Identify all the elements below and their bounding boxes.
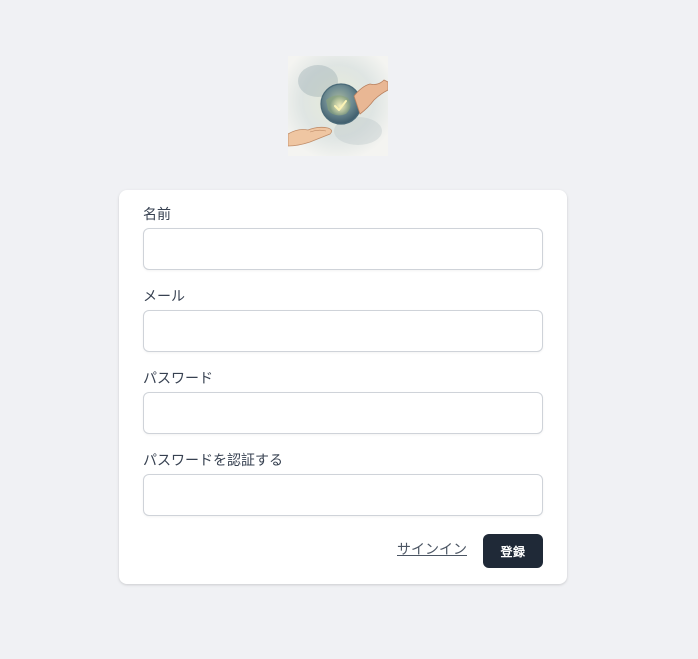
name-input[interactable] (143, 228, 543, 270)
register-button[interactable]: 登録 (483, 534, 543, 568)
email-input[interactable] (143, 310, 543, 352)
email-field-group: メール (143, 288, 543, 352)
password-input[interactable] (143, 392, 543, 434)
password-field-group: パスワード (143, 370, 543, 434)
name-label: 名前 (143, 207, 171, 223)
register-page: 名前 メール パスワード パスワードを認証する サインイン 登録 (0, 0, 698, 659)
register-card: 名前 メール パスワード パスワードを認証する サインイン 登録 (119, 190, 567, 584)
name-field-group: 名前 (143, 206, 543, 270)
signin-link[interactable]: サインイン (397, 541, 467, 559)
password-label: パスワード (143, 371, 213, 387)
email-label: メール (143, 289, 185, 305)
confirm-password-label: パスワードを認証する (143, 453, 283, 469)
hand-holding-globe-check-icon (288, 56, 388, 156)
confirm-password-field-group: パスワードを認証する (143, 452, 543, 516)
confirm-password-input[interactable] (143, 474, 543, 516)
